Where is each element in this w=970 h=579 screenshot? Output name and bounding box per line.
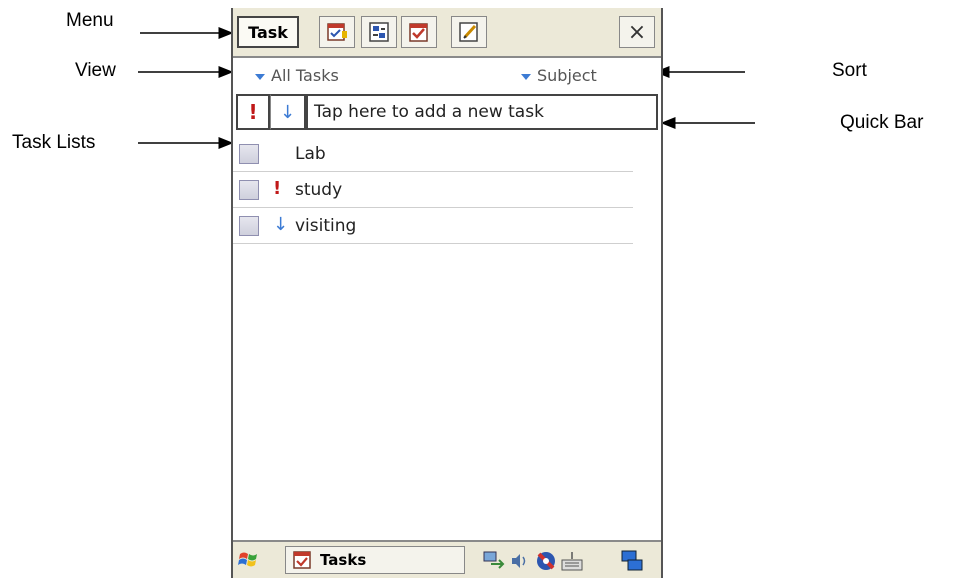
quick-priority-high-button[interactable]: ! bbox=[236, 94, 270, 130]
windows-switcher-icon bbox=[621, 550, 643, 571]
pda-screen: Task × All Tasks Subject ! ↓ Tap here to… bbox=[231, 8, 663, 578]
keyboard-icon bbox=[561, 552, 583, 571]
edit-note-button[interactable] bbox=[451, 16, 487, 48]
task-row[interactable]: ! study bbox=[233, 172, 633, 208]
view-dropdown[interactable]: All Tasks bbox=[255, 66, 339, 85]
task-checkbox[interactable] bbox=[239, 216, 259, 236]
tasks-app-label: Tasks bbox=[320, 551, 367, 569]
task-row[interactable]: ↓ visiting bbox=[233, 208, 633, 244]
connectivity-icon bbox=[537, 552, 555, 570]
sort-dropdown[interactable]: Subject bbox=[521, 66, 597, 85]
sync-icon bbox=[369, 22, 389, 42]
task-checkbox[interactable] bbox=[239, 144, 259, 164]
view-dropdown-label: All Tasks bbox=[271, 66, 339, 85]
system-taskbar: Tasks bbox=[233, 540, 661, 578]
network-tray-button[interactable] bbox=[481, 548, 507, 574]
sync-button[interactable] bbox=[361, 16, 397, 48]
view-sort-bar: All Tasks Subject bbox=[233, 60, 661, 92]
quick-priority-low-button[interactable]: ↓ bbox=[270, 94, 306, 130]
task-list: Lab ! study ↓ visiting bbox=[233, 136, 633, 244]
connectivity-tray-button[interactable] bbox=[533, 548, 559, 574]
speaker-icon bbox=[512, 554, 526, 568]
task-row[interactable]: Lab bbox=[233, 136, 633, 172]
desktop-tray-button[interactable] bbox=[619, 548, 645, 574]
tasks-app-button[interactable]: Tasks bbox=[285, 546, 465, 574]
task-checkbox[interactable] bbox=[239, 180, 259, 200]
new-task-icon bbox=[327, 23, 347, 41]
menu-toolbar: Task × bbox=[233, 8, 661, 58]
quick-bar: ! ↓ Tap here to add a new task bbox=[236, 94, 658, 130]
chevron-down-icon bbox=[521, 73, 531, 80]
sort-dropdown-label: Subject bbox=[537, 66, 597, 85]
network-icon bbox=[483, 551, 505, 569]
task-name: Lab bbox=[295, 144, 326, 164]
chevron-down-icon bbox=[255, 73, 265, 80]
edit-note-icon bbox=[459, 22, 478, 42]
task-menu-button[interactable]: Task bbox=[237, 16, 299, 48]
priority-high-marker: ! bbox=[273, 178, 282, 199]
new-task-input[interactable]: Tap here to add a new task bbox=[306, 94, 658, 130]
complete-task-button[interactable] bbox=[401, 16, 437, 48]
start-button[interactable] bbox=[237, 548, 263, 572]
task-name: study bbox=[295, 180, 343, 200]
tasks-app-icon bbox=[293, 551, 311, 569]
volume-tray-button[interactable] bbox=[507, 548, 533, 574]
new-task-button[interactable] bbox=[319, 16, 355, 48]
windows-flag-icon bbox=[238, 552, 257, 567]
priority-low-marker: ↓ bbox=[273, 214, 289, 235]
task-name: visiting bbox=[295, 216, 357, 236]
complete-task-icon bbox=[409, 23, 428, 42]
keyboard-tray-button[interactable] bbox=[559, 548, 585, 574]
close-button[interactable]: × bbox=[619, 16, 655, 48]
